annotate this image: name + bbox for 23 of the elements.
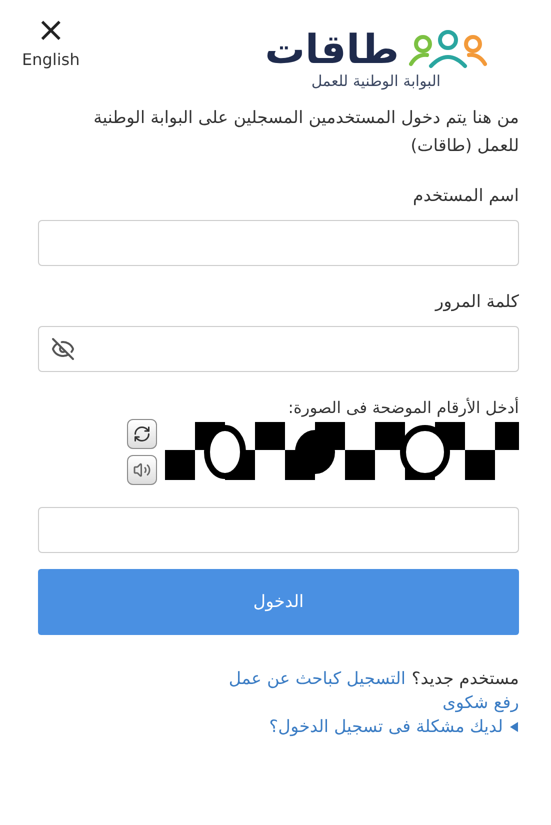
username-field[interactable] [38, 220, 519, 266]
captcha-field[interactable] [38, 507, 519, 553]
refresh-icon [133, 425, 151, 443]
login-button[interactable]: الدخول [38, 569, 519, 635]
captcha-label: أدخل الأرقام الموضحة فى الصورة: [287, 398, 519, 417]
field-label: كلمة المرور [434, 292, 519, 312]
complaint-link[interactable]: رفع شكوى [442, 693, 519, 713]
audio-button[interactable] [127, 455, 157, 485]
password-field[interactable] [38, 326, 519, 372]
close-button[interactable]: × [36, 14, 66, 46]
caret-left-icon[interactable] [509, 721, 519, 733]
logo-title: طاقات [264, 30, 399, 70]
logo-subtitle: البوابة الوطنية للعمل [311, 72, 441, 90]
field-label: اسم المستخدم [412, 186, 519, 206]
people-logo-icon [409, 30, 487, 70]
hide-password-icon[interactable] [51, 337, 75, 361]
refresh-button[interactable] [127, 419, 157, 449]
new-user-text: مستخدم جديد؟ [412, 669, 519, 689]
register-link[interactable]: التسجيل كباحث عن عمل [228, 669, 406, 689]
intro-text: من هنا يتم دخول المستخدمين المسجلين على البوابة الوطنية للعمل (طاقات) [92, 107, 519, 158]
speaker-icon [133, 461, 151, 479]
language-link[interactable]: English [22, 50, 80, 69]
login-problem-link[interactable]: لديك مشكلة فى تسجيل الدخول؟ [269, 717, 503, 737]
